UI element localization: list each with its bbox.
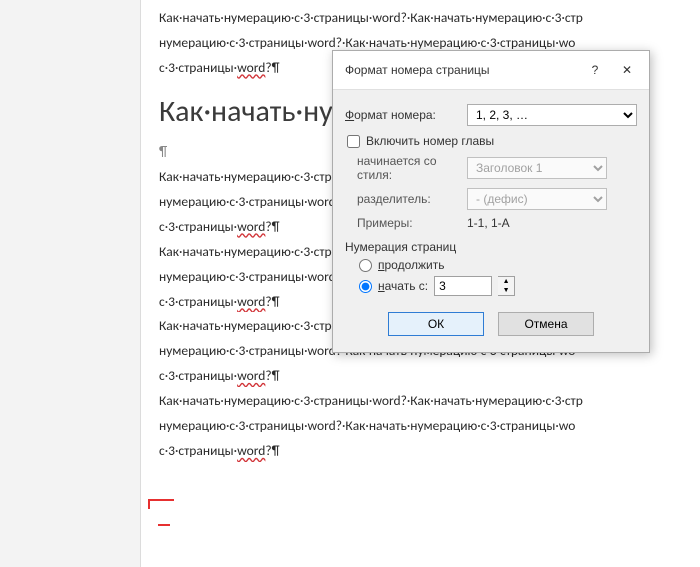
page-numbering-group-label: Нумерация страниц bbox=[345, 240, 637, 254]
start-at-input[interactable] bbox=[434, 276, 492, 296]
start-at-label: начать с: bbox=[378, 279, 428, 293]
close-button[interactable]: ✕ bbox=[611, 59, 643, 81]
section-break-marker bbox=[148, 499, 174, 509]
start-at-radio[interactable] bbox=[359, 280, 372, 293]
cancel-button[interactable]: Отмена bbox=[498, 312, 594, 336]
body-paragraph: нумерацию·с·3·страницы·word?·Как·начать·… bbox=[159, 416, 682, 437]
dialog-title: Формат номера страницы bbox=[345, 63, 579, 77]
chapter-style-select: Заголовок 1 bbox=[467, 157, 607, 179]
chapter-style-label: начинается со стиля: bbox=[357, 154, 467, 182]
separator-label: разделитель: bbox=[357, 192, 467, 206]
chapter-style-row: начинается со стиля: Заголовок 1 bbox=[345, 154, 637, 182]
number-format-label: Формат номера: bbox=[345, 108, 467, 122]
start-at-row: начать с: ▲ ▼ bbox=[359, 276, 637, 296]
include-chapter-checkbox[interactable] bbox=[347, 135, 360, 148]
dialog-buttons: ОК Отмена bbox=[345, 312, 637, 336]
continue-numbering-row: продолжить bbox=[359, 258, 637, 272]
separator-select: - (дефис) bbox=[467, 188, 607, 210]
separator-row: разделитель: - (дефис) bbox=[345, 188, 637, 210]
page-number-format-dialog: Формат номера страницы ? ✕ Формат номера… bbox=[332, 50, 650, 353]
examples-value: 1-1, 1-A bbox=[467, 216, 510, 230]
body-paragraph: с·3·страницы·word?¶ bbox=[159, 441, 682, 462]
number-format-row: Формат номера: 1, 2, 3, … bbox=[345, 104, 637, 126]
number-format-select[interactable]: 1, 2, 3, … bbox=[467, 104, 637, 126]
examples-row: Примеры: 1-1, 1-A bbox=[345, 216, 637, 230]
continue-label: продолжить bbox=[378, 258, 444, 272]
body-paragraph: Как·начать·нумерацию·с·3·страницы·word?·… bbox=[159, 8, 682, 29]
body-paragraph: Как·начать·нумерацию·с·3·страницы·word?·… bbox=[159, 391, 682, 412]
body-paragraph: с·3·страницы·word?¶ bbox=[159, 366, 682, 387]
section-break-marker bbox=[158, 524, 170, 534]
include-chapter-label: Включить номер главы bbox=[366, 134, 494, 148]
help-button[interactable]: ? bbox=[579, 59, 611, 81]
spin-down-button[interactable]: ▼ bbox=[498, 286, 514, 295]
examples-label: Примеры: bbox=[357, 216, 467, 230]
dialog-body: Формат номера: 1, 2, 3, … Включить номер… bbox=[333, 90, 649, 352]
start-at-spinner: ▲ ▼ bbox=[434, 276, 515, 296]
spin-up-button[interactable]: ▲ bbox=[498, 277, 514, 286]
continue-radio[interactable] bbox=[359, 259, 372, 272]
ok-button[interactable]: ОК bbox=[388, 312, 484, 336]
include-chapter-row: Включить номер главы bbox=[345, 134, 637, 148]
dialog-titlebar: Формат номера страницы ? ✕ bbox=[333, 51, 649, 90]
